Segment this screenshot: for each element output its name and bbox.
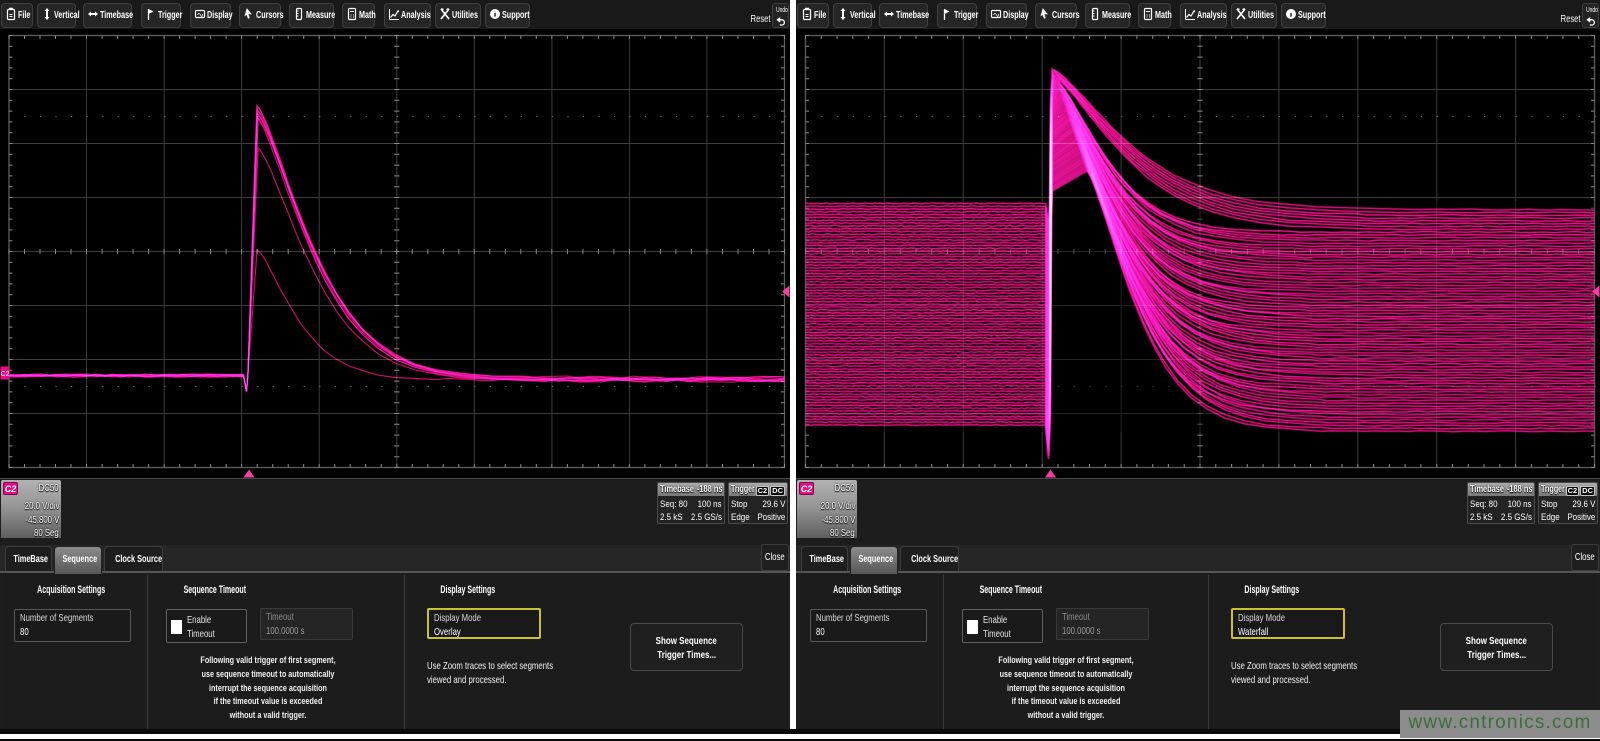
svg-text:C2: C2 — [1, 371, 10, 378]
